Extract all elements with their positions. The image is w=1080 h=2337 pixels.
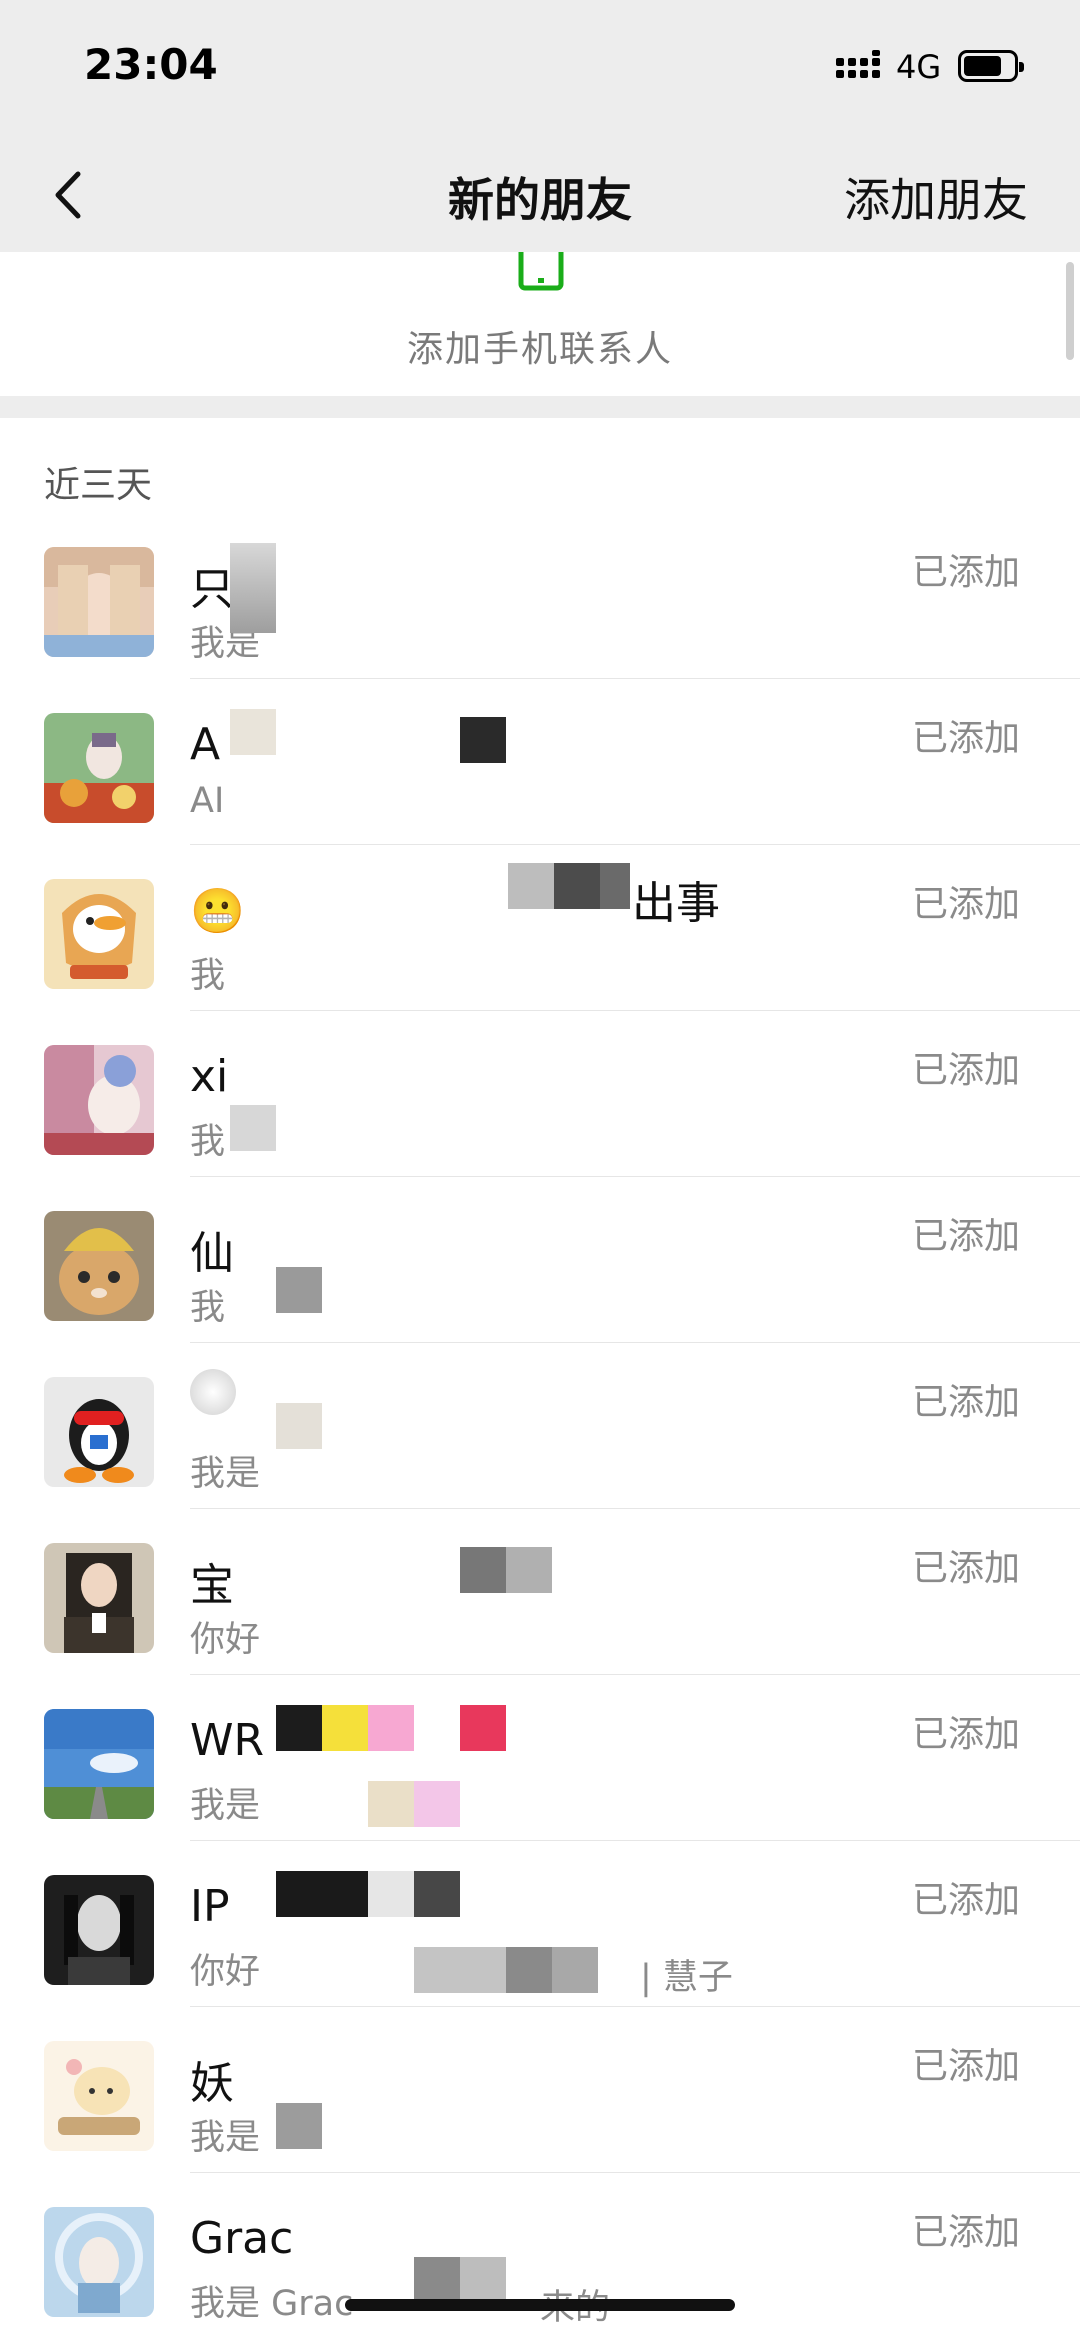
friend-message: 我是 [190, 1786, 261, 1826]
friend-name: 仙 [190, 1228, 234, 1279]
mosaic-blur [554, 863, 600, 909]
avatar [44, 547, 154, 657]
avatar [44, 713, 154, 823]
mosaic-blur [276, 2103, 322, 2149]
list-item[interactable]: 妖 我是 已添加 [0, 2007, 1080, 2173]
added-status: 已添加 [911, 2046, 1020, 2087]
added-status: 已添加 [911, 2212, 1020, 2253]
nav-bar: 新的朋友 添加朋友 [0, 140, 1080, 252]
added-status: 已添加 [911, 1382, 1020, 1423]
friend-message: AI [190, 781, 225, 821]
mosaic-blur [322, 1705, 368, 1751]
friend-message: 我是 Grac [190, 2284, 354, 2324]
friend-message: 我是 [190, 2118, 261, 2158]
list-item[interactable]: 宝 你好 已添加 [0, 1509, 1080, 1675]
friend-extra-text: 出事 [632, 878, 720, 929]
mosaic-blur [230, 709, 276, 755]
friend-message: 你好 [190, 1952, 261, 1992]
friend-message: 我 [190, 1122, 226, 1162]
list-item[interactable]: Grac 我是 Grac 来的 已添加 [0, 2173, 1080, 2337]
network-type: 4G [896, 48, 942, 86]
friend-name: xi [190, 1051, 229, 1102]
mosaic-blur [460, 1705, 506, 1751]
list-item[interactable]: 只只 我是 已添加 [0, 513, 1080, 679]
friend-name: WR [190, 1715, 265, 1766]
mosaic-blur [414, 2257, 460, 2303]
signal-icon [836, 50, 880, 78]
add-phone-contacts-label: 添加手机联系人 [406, 329, 673, 370]
avatar [44, 1543, 154, 1653]
added-status: 已添加 [911, 1714, 1020, 1755]
mosaic-blur [506, 1547, 552, 1593]
mosaic-blur [368, 1781, 414, 1827]
mosaic-blur [414, 1781, 460, 1827]
mosaic-blur [276, 1403, 322, 1449]
list-item[interactable]: 仙 我 已添加 [0, 1177, 1080, 1343]
friend-message: 我 [190, 956, 226, 996]
add-phone-contacts-button[interactable]: 添加手机联系人 [0, 252, 1080, 396]
add-friend-button[interactable]: 添加朋友 [844, 164, 1028, 230]
mosaic-blur [460, 2257, 506, 2303]
added-status: 已添加 [911, 552, 1020, 593]
friend-message: 你好 [190, 1620, 261, 1660]
added-status: 已添加 [911, 1050, 1020, 1091]
friend-name: IP [190, 1881, 230, 1932]
friend-name: Grac [190, 2213, 294, 2264]
mosaic-blur [414, 1871, 460, 1917]
home-indicator[interactable] [345, 2299, 735, 2311]
avatar [44, 1211, 154, 1321]
scrollbar[interactable] [1066, 262, 1074, 360]
avatar [44, 1709, 154, 1819]
section-title: 近三天 [44, 465, 153, 506]
list-item[interactable]: 😬 我 出事 已添加 [0, 845, 1080, 1011]
friend-message: 我 [190, 1288, 226, 1328]
friend-name: 😬 [190, 886, 245, 937]
status-time: 23:04 [84, 40, 218, 89]
friend-name: 宝 [190, 1560, 234, 1611]
mosaic-blur [276, 1705, 322, 1751]
phone-icon [518, 252, 564, 291]
avatar [44, 1377, 154, 1487]
avatar [44, 2207, 154, 2317]
list-item[interactable]: A AI 已添加 [0, 679, 1080, 845]
mosaic-blur [368, 1871, 414, 1917]
mosaic-blur [276, 1871, 368, 1917]
battery-icon [958, 50, 1024, 82]
avatar [44, 2041, 154, 2151]
friend-name: 妖 [190, 2058, 234, 2109]
mosaic-blur [190, 1369, 236, 1415]
avatar [44, 1875, 154, 1985]
added-status: 已添加 [911, 1880, 1020, 1921]
mosaic-blur [276, 1267, 322, 1313]
mosaic-blur [368, 1705, 414, 1751]
mosaic-blur [460, 1547, 506, 1593]
avatar [44, 1045, 154, 1155]
list-item[interactable]: xi 我 已添加 [0, 1011, 1080, 1177]
list-item[interactable]: 我是 已添加 [0, 1343, 1080, 1509]
friend-extra-text: | 慧子 [640, 1958, 733, 1998]
list-item[interactable]: IP 你好 | 慧子 已添加 [0, 1841, 1080, 2007]
mosaic-blur [552, 1947, 598, 1993]
avatar [44, 879, 154, 989]
friend-list: 只只 我是 已添加 A AI 已添加 😬 我 出事 已添加 xi 我 [0, 513, 1080, 2337]
list-item[interactable]: WR 我是 已添加 [0, 1675, 1080, 1841]
section-divider [0, 396, 1080, 418]
mosaic-blur [460, 717, 506, 763]
mosaic-blur [508, 863, 554, 909]
friend-message: 我是 [190, 1454, 261, 1494]
mosaic-blur [230, 543, 276, 633]
status-bar: 23:04 4G [0, 0, 1080, 140]
added-status: 已添加 [911, 1548, 1020, 1589]
added-status: 已添加 [911, 1216, 1020, 1257]
mosaic-blur [414, 1947, 506, 1993]
added-status: 已添加 [911, 884, 1020, 925]
mosaic-blur [600, 863, 630, 909]
added-status: 已添加 [911, 718, 1020, 759]
mosaic-blur [230, 1105, 276, 1151]
friend-name: A [190, 719, 221, 770]
mosaic-blur [506, 1947, 552, 1993]
